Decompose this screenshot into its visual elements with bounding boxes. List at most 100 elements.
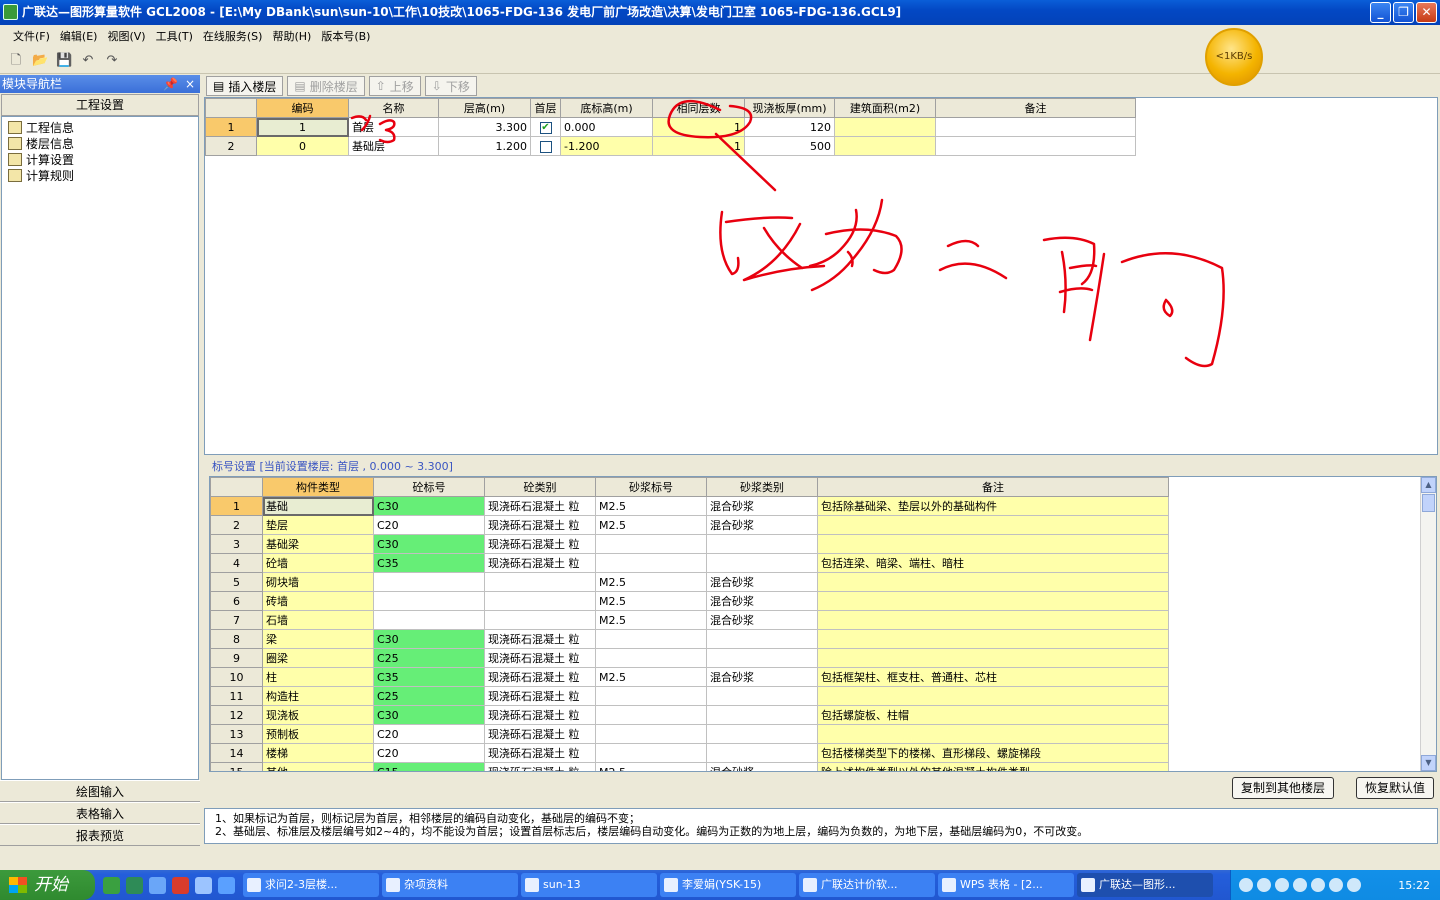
scroll-up-icon[interactable]: ▲ bbox=[1421, 477, 1436, 493]
mortar-grade-cell[interactable]: M2.5 bbox=[595, 762, 707, 771]
component-type-cell[interactable]: 砌块墙 bbox=[262, 572, 374, 592]
row-number[interactable]: 6 bbox=[210, 591, 263, 611]
grade-row[interactable]: 12 现浇板 C30 现浇砾石混凝土 粒 包括螺旋板、柱帽 bbox=[210, 705, 1169, 725]
mortar-category-cell[interactable]: 混合砂浆 bbox=[706, 572, 818, 592]
concrete-grade-cell[interactable] bbox=[373, 572, 485, 592]
row-number[interactable]: 2 bbox=[205, 136, 257, 156]
component-type-cell[interactable]: 梁 bbox=[262, 629, 374, 649]
mortar-category-cell[interactable] bbox=[706, 705, 818, 725]
floor-col-first[interactable]: 首层 bbox=[530, 98, 561, 118]
floor-area-cell[interactable] bbox=[834, 136, 936, 156]
mortar-category-cell[interactable] bbox=[706, 648, 818, 668]
close-button[interactable]: ✕ bbox=[1416, 2, 1437, 23]
concrete-category-cell[interactable]: 现浇砾石混凝土 粒 bbox=[484, 724, 596, 744]
tree-item-calc-settings[interactable]: 计算设置 bbox=[8, 151, 192, 167]
mortar-grade-cell[interactable] bbox=[595, 629, 707, 649]
tray-icon[interactable] bbox=[1239, 878, 1253, 892]
redo-icon[interactable]: ↷ bbox=[104, 53, 120, 69]
grade-row[interactable]: 7 石墙 M2.5 混合砂浆 bbox=[210, 610, 1169, 630]
concrete-grade-cell[interactable]: C20 bbox=[373, 515, 485, 535]
scroll-thumb[interactable] bbox=[1422, 494, 1435, 512]
row-number[interactable]: 9 bbox=[210, 648, 263, 668]
concrete-category-cell[interactable]: 现浇砾石混凝土 粒 bbox=[484, 743, 596, 763]
row-number[interactable]: 13 bbox=[210, 724, 263, 744]
row-number[interactable]: 10 bbox=[210, 667, 263, 687]
concrete-grade-cell[interactable]: C15 bbox=[373, 762, 485, 771]
mortar-grade-cell[interactable]: M2.5 bbox=[595, 515, 707, 535]
grade-row[interactable]: 9 圈梁 C25 现浇砾石混凝土 粒 bbox=[210, 648, 1169, 668]
mortar-category-cell[interactable] bbox=[706, 534, 818, 554]
concrete-category-cell[interactable]: 现浇砾石混凝土 粒 bbox=[484, 496, 596, 516]
menu-file[interactable]: 文件(F) bbox=[8, 28, 55, 44]
browser-icon[interactable] bbox=[149, 876, 166, 894]
mortar-grade-cell[interactable] bbox=[595, 705, 707, 725]
row-number[interactable]: 1 bbox=[205, 117, 257, 137]
mortar-grade-cell[interactable] bbox=[595, 648, 707, 668]
grade-note-cell[interactable] bbox=[817, 572, 1169, 592]
floor-name-cell[interactable]: 首层 bbox=[348, 117, 439, 137]
concrete-category-cell[interactable] bbox=[484, 572, 596, 592]
floor-row[interactable]: 2 0 基础层 1.200 -1.200 1 500 bbox=[205, 136, 1136, 156]
close-icon[interactable]: × bbox=[185, 75, 195, 93]
delete-floor-button[interactable]: ▤ 删除楼层 bbox=[287, 76, 365, 96]
row-number[interactable]: 15 bbox=[210, 762, 263, 771]
grade-note-cell[interactable] bbox=[817, 724, 1169, 744]
floor-same-cell[interactable]: 1 bbox=[652, 117, 745, 137]
mortar-grade-cell[interactable]: M2.5 bbox=[595, 496, 707, 516]
grade-row[interactable]: 10 柱 C35 现浇砾石混凝土 粒 M2.5 混合砂浆 包括框架柱、框支柱、普通柱、芯柱 bbox=[210, 667, 1169, 687]
taskbar-item-active[interactable]: 广联达—图形... bbox=[1077, 873, 1213, 897]
mortar-grade-cell[interactable]: M2.5 bbox=[595, 591, 707, 611]
floor-same-cell[interactable]: 1 bbox=[652, 136, 745, 156]
app-icon[interactable] bbox=[172, 876, 189, 894]
floor-col-name[interactable]: 名称 bbox=[348, 98, 439, 118]
row-number[interactable]: 11 bbox=[210, 686, 263, 706]
grade-col-mortar-category[interactable]: 砂浆类别 bbox=[706, 477, 818, 497]
floor-col-height[interactable]: 层高(m) bbox=[438, 98, 531, 118]
menu-tools[interactable]: 工具(T) bbox=[151, 28, 198, 44]
floor-height-cell[interactable]: 1.200 bbox=[438, 136, 531, 156]
mortar-grade-cell[interactable]: M2.5 bbox=[595, 610, 707, 630]
tray-icon[interactable] bbox=[1257, 878, 1271, 892]
concrete-category-cell[interactable]: 现浇砾石混凝土 粒 bbox=[484, 705, 596, 725]
grade-note-cell[interactable] bbox=[817, 686, 1169, 706]
first-floor-checkbox-cell[interactable]: ✔ bbox=[530, 117, 561, 137]
pin-icon[interactable]: 📌 bbox=[163, 75, 178, 93]
grade-col-concrete-category[interactable]: 砼类别 bbox=[484, 477, 596, 497]
concrete-grade-cell[interactable] bbox=[373, 610, 485, 630]
restore-button[interactable]: ❐ bbox=[1393, 2, 1414, 23]
concrete-category-cell[interactable]: 现浇砾石混凝土 粒 bbox=[484, 553, 596, 573]
grade-note-cell[interactable]: 包括连梁、暗梁、端柱、暗柱 bbox=[817, 553, 1169, 573]
grade-col-type[interactable]: 构件类型 bbox=[262, 477, 374, 497]
grade-col-mortar[interactable]: 砂浆标号 bbox=[595, 477, 707, 497]
concrete-grade-cell[interactable]: C35 bbox=[373, 667, 485, 687]
mortar-category-cell[interactable]: 混合砂浆 bbox=[706, 515, 818, 535]
concrete-category-cell[interactable]: 现浇砾石混凝土 粒 bbox=[484, 534, 596, 554]
taskbar-item[interactable]: 求问2-3层楼... bbox=[243, 873, 379, 897]
mortar-category-cell[interactable] bbox=[706, 553, 818, 573]
mortar-category-cell[interactable]: 混合砂浆 bbox=[706, 667, 818, 687]
component-type-cell[interactable]: 砼墙 bbox=[262, 553, 374, 573]
grade-note-cell[interactable] bbox=[817, 591, 1169, 611]
tray-icon[interactable] bbox=[1311, 878, 1325, 892]
mortar-grade-cell[interactable]: M2.5 bbox=[595, 667, 707, 687]
concrete-grade-cell[interactable]: C30 bbox=[373, 534, 485, 554]
concrete-grade-cell[interactable]: C30 bbox=[373, 496, 485, 516]
tray-icon[interactable] bbox=[1293, 878, 1307, 892]
mortar-category-cell[interactable] bbox=[706, 743, 818, 763]
grade-note-cell[interactable]: 包括除基础梁、垫层以外的基础构件 bbox=[817, 496, 1169, 516]
start-button[interactable]: 开始 bbox=[0, 870, 95, 900]
grade-note-cell[interactable]: 除上述构件类型以外的其他混凝土构件类型 bbox=[817, 762, 1169, 771]
floor-area-cell[interactable] bbox=[834, 117, 936, 137]
row-number[interactable]: 2 bbox=[210, 515, 263, 535]
concrete-grade-cell[interactable]: C25 bbox=[373, 686, 485, 706]
insert-floor-button[interactable]: ▤ 插入楼层 bbox=[206, 76, 284, 96]
row-number[interactable]: 7 bbox=[210, 610, 263, 630]
grade-note-cell[interactable]: 包括楼梯类型下的楼梯、直形梯段、螺旋梯段 bbox=[817, 743, 1169, 763]
component-type-cell[interactable]: 基础梁 bbox=[262, 534, 374, 554]
concrete-grade-cell[interactable]: C20 bbox=[373, 743, 485, 763]
floor-slab-cell[interactable]: 500 bbox=[744, 136, 835, 156]
mortar-grade-cell[interactable] bbox=[595, 553, 707, 573]
row-number[interactable]: 1 bbox=[210, 496, 263, 516]
mortar-category-cell[interactable]: 混合砂浆 bbox=[706, 496, 818, 516]
concrete-category-cell[interactable] bbox=[484, 610, 596, 630]
